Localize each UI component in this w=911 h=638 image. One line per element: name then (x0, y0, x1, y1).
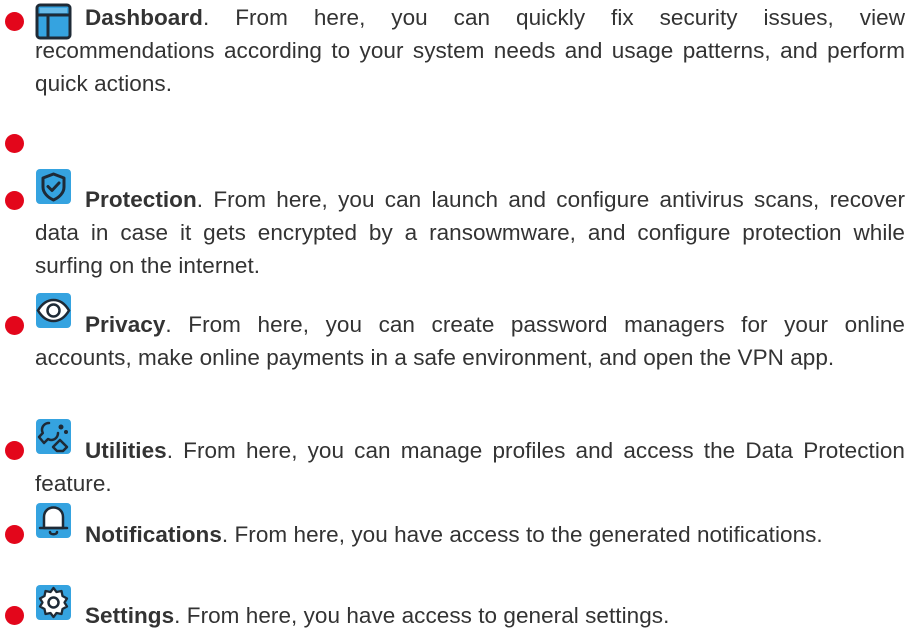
list-item-settings: Settings. From here, you have access to … (0, 584, 905, 634)
item-title: Settings (85, 603, 175, 628)
list-item-dashboard: Dashboard. From here, you can quickly fi… (0, 0, 905, 110)
bullet (5, 606, 24, 625)
item-text: Privacy. From here, you can create passw… (35, 308, 905, 374)
bullet (5, 134, 24, 153)
item-title: Dashboard (85, 5, 203, 30)
item-text: Settings. From here, you have access to … (35, 599, 905, 632)
item-title: Protection (85, 187, 197, 212)
list-item-utilities: Utilities. From here, you can manage pro… (0, 418, 905, 498)
bullet (5, 316, 24, 335)
list-item-empty (0, 125, 905, 165)
item-text: Notifications. From here, you have acces… (35, 518, 905, 551)
item-title: Utilities (85, 438, 167, 463)
list-item-notifications: Notifications. From here, you have acces… (0, 502, 905, 582)
item-text: Dashboard. From here, you can quickly fi… (35, 1, 905, 100)
item-title: Notifications (85, 522, 222, 547)
item-description: . From here, you have access to general … (174, 603, 670, 628)
feature-list: Dashboard. From here, you can quickly fi… (0, 0, 911, 638)
list-item-privacy: Privacy. From here, you can create passw… (0, 292, 905, 407)
bullet (5, 525, 24, 544)
bullet (5, 12, 24, 31)
item-description: . From here, you have access to the gene… (221, 522, 823, 547)
list-item-protection: Protection. From here, you can launch an… (0, 168, 905, 278)
item-text: Utilities. From here, you can manage pro… (35, 434, 905, 500)
item-title: Privacy (85, 312, 166, 337)
item-text: Protection. From here, you can launch an… (35, 183, 905, 282)
bullet (5, 441, 24, 460)
bullet (5, 191, 24, 210)
item-description: . From here, you can create password man… (35, 312, 905, 370)
